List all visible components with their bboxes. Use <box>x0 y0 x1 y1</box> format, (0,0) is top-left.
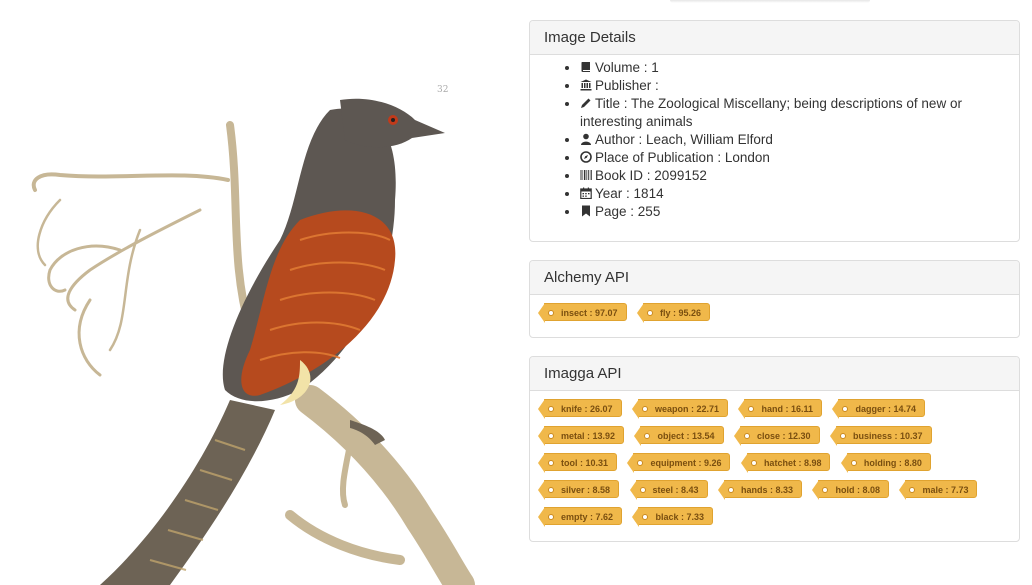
tag[interactable]: tool : 10.31 <box>537 453 618 473</box>
panel-title: Alchemy API <box>530 261 1019 295</box>
tag[interactable]: black : 7.33 <box>632 507 714 527</box>
panel-title: Imagga API <box>530 357 1019 391</box>
tag[interactable]: holding : 8.80 <box>840 453 931 473</box>
tag[interactable]: insect : 97.07 <box>538 303 627 323</box>
tag[interactable]: steel : 8.43 <box>629 480 708 500</box>
imagga-api-panel: Imagga API knife : 26.07 weapon : 22.71 … <box>529 356 1020 542</box>
detail-year: Year : 1814 <box>580 185 1009 203</box>
detail-value: 255 <box>637 204 661 219</box>
tag[interactable]: equipment : 9.26 <box>627 453 731 473</box>
bird-illustration: 32 <box>31 85 475 585</box>
barcode-icon <box>580 169 592 181</box>
tag[interactable]: hand : 16.11 <box>738 399 822 419</box>
bank-icon <box>580 79 592 91</box>
user-icon <box>580 133 592 145</box>
detail-label: Book ID <box>595 168 644 183</box>
compass-icon <box>580 151 592 163</box>
detail-page: Page : 255 <box>580 203 1009 221</box>
detail-value: 2099152 <box>654 168 707 183</box>
tag[interactable]: silver : 8.58 <box>537 480 620 500</box>
detail-label: Year <box>595 186 623 201</box>
tag[interactable]: fly : 95.26 <box>636 303 711 323</box>
detail-value: The Zoological Miscellany; being descrip… <box>580 96 962 129</box>
book-icon <box>580 61 592 73</box>
bookmark-icon <box>580 205 592 217</box>
tag[interactable]: empty : 7.62 <box>537 507 623 527</box>
detail-label: Page <box>595 204 627 219</box>
imagga-tags: knife : 26.07 weapon : 22.71 hand : 16.1… <box>530 391 1019 540</box>
detail-label: Place of Publication <box>595 150 714 165</box>
detail-value: Leach, William Elford <box>646 132 773 147</box>
pencil-icon <box>580 97 592 109</box>
tag[interactable]: knife : 26.07 <box>538 399 622 419</box>
tag[interactable]: close : 12.30 <box>734 426 820 446</box>
tag[interactable]: metal : 13.92 <box>537 426 625 446</box>
alchemy-api-panel: Alchemy API insect : 97.07 fly : 95.26 <box>529 260 1020 338</box>
detail-place: Place of Publication : London <box>580 149 1009 167</box>
detail-label: Volume <box>595 60 641 75</box>
details-list: Volume : 1 Publisher : Title : The Zoolo… <box>540 59 1009 221</box>
calendar-icon <box>580 187 592 199</box>
tag[interactable]: hold : 8.08 <box>812 480 889 500</box>
detail-author: Author : Leach, William Elford <box>580 131 1009 149</box>
detail-label: Title <box>595 96 621 111</box>
tag[interactable]: business : 10.37 <box>829 426 932 446</box>
top-shadow <box>670 0 870 3</box>
detail-label: Publisher <box>595 78 652 93</box>
tag[interactable]: object : 13.54 <box>634 426 724 446</box>
tag[interactable]: dagger : 14.74 <box>832 399 925 419</box>
tag[interactable]: male : 7.73 <box>899 480 978 500</box>
tag[interactable]: hatchet : 8.98 <box>740 453 831 473</box>
detail-volume: Volume : 1 <box>580 59 1009 77</box>
tag[interactable]: weapon : 22.71 <box>631 399 729 419</box>
detail-value: 1 <box>651 60 659 75</box>
svg-text:32: 32 <box>437 85 448 95</box>
tag[interactable]: hands : 8.33 <box>717 480 803 500</box>
detail-publisher: Publisher : <box>580 77 1009 95</box>
detail-value: 1814 <box>633 186 664 201</box>
detail-label: Author <box>595 132 635 147</box>
panel-title: Image Details <box>530 21 1019 55</box>
illustration: 32 <box>0 0 520 585</box>
image-details-panel: Image Details Volume : 1 Publisher : Tit… <box>529 20 1020 242</box>
alchemy-tags: insect : 97.07 fly : 95.26 <box>530 295 1019 336</box>
detail-title: Title : The Zoological Miscellany; being… <box>580 95 1009 131</box>
detail-value: London <box>724 150 770 165</box>
detail-book-id: Book ID : 2099152 <box>580 167 1009 185</box>
